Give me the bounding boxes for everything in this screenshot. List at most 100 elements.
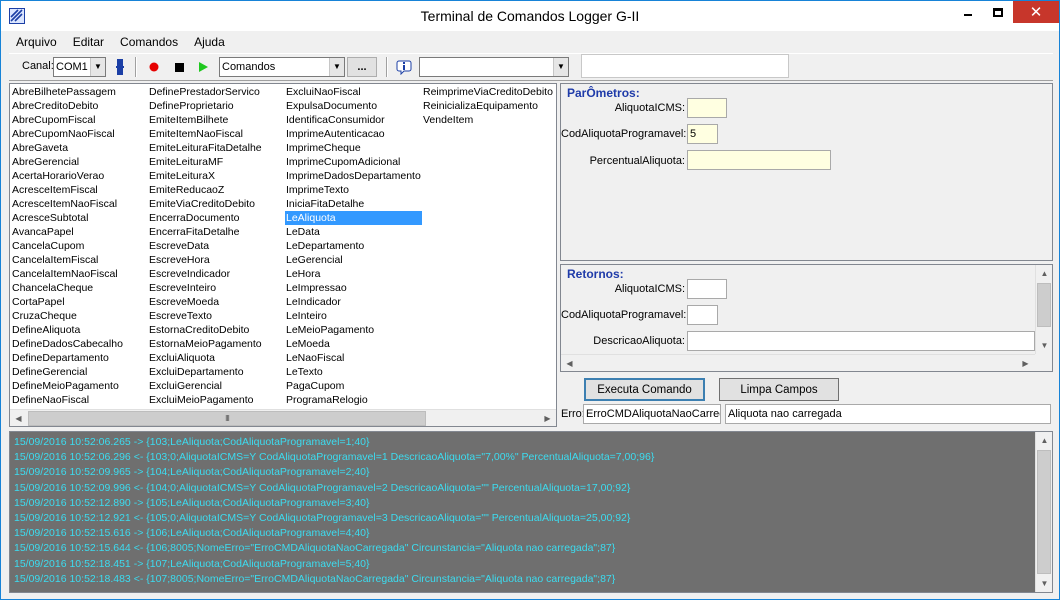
retorno-aliquota-icms-output[interactable] xyxy=(687,279,727,299)
command-item[interactable]: CancelaCupom xyxy=(11,239,123,253)
command-item[interactable]: EmiteItemBilhete xyxy=(148,113,262,127)
command-item[interactable]: EmiteViaCreditoDebito xyxy=(148,197,262,211)
command-item[interactable]: VendeItem xyxy=(422,113,553,127)
command-item[interactable]: LeIndicador xyxy=(285,295,422,309)
command-item[interactable]: AbreGaveta xyxy=(11,141,123,155)
command-item[interactable]: ImprimeTexto xyxy=(285,183,422,197)
command-item[interactable]: IdentificaConsumidor xyxy=(285,113,422,127)
command-item[interactable]: LeImpressao xyxy=(285,281,422,295)
command-item[interactable]: LeGerencial xyxy=(285,253,422,267)
scroll-right-icon[interactable]: ▶ xyxy=(539,410,556,427)
command-item[interactable]: EscreveData xyxy=(148,239,262,253)
command-item[interactable]: DefineDepartamento xyxy=(11,351,123,365)
param-aliquota-icms-input[interactable] xyxy=(687,98,727,118)
command-item[interactable]: EmiteReducaoZ xyxy=(148,183,262,197)
chevron-down-icon[interactable]: ▼ xyxy=(329,58,344,76)
param-percentual-input[interactable] xyxy=(687,150,831,170)
command-item[interactable]: AcresceSubtotal xyxy=(11,211,123,225)
command-item[interactable]: EstornaMeioPagamento xyxy=(148,337,262,351)
erro-message-field[interactable]: Aliquota nao carregada xyxy=(725,404,1051,424)
vertical-scrollbar[interactable]: ▲ ▼ xyxy=(1035,265,1052,354)
command-item[interactable]: LeMoeda xyxy=(285,337,422,351)
command-item[interactable]: DefinePrestadorServico xyxy=(148,85,262,99)
command-item[interactable]: CancelaItemFiscal xyxy=(11,253,123,267)
command-item[interactable]: AbreCupomNaoFiscal xyxy=(11,127,123,141)
scrollbar-thumb[interactable] xyxy=(1037,450,1051,574)
command-item[interactable]: LeNaoFiscal xyxy=(285,351,422,365)
command-item[interactable]: EmiteLeituraMF xyxy=(148,155,262,169)
command-item[interactable]: AbreCreditoDebito xyxy=(11,99,123,113)
command-item[interactable]: CancelaItemNaoFiscal xyxy=(11,267,123,281)
chevron-down-icon[interactable]: ▼ xyxy=(90,58,105,76)
scrollbar-thumb[interactable] xyxy=(1037,283,1051,327)
command-item[interactable]: AcresceItemFiscal xyxy=(11,183,123,197)
command-item[interactable]: EmiteLeituraX xyxy=(148,169,262,183)
command-item[interactable]: LeHora xyxy=(285,267,422,281)
limpa-campos-button[interactable]: Limpa Campos xyxy=(719,378,839,401)
command-item[interactable]: EstornaCreditoDebito xyxy=(148,323,262,337)
command-item[interactable]: CortaPapel xyxy=(11,295,123,309)
menu-arquivo[interactable]: Arquivo xyxy=(15,35,58,49)
command-item[interactable]: EscreveHora xyxy=(148,253,262,267)
command-item[interactable]: LeMeioPagamento xyxy=(285,323,422,337)
command-item[interactable]: LeTexto xyxy=(285,365,422,379)
play-button[interactable] xyxy=(193,58,213,76)
command-item[interactable]: EncerraDocumento xyxy=(148,211,262,225)
filter-select[interactable]: ▼ xyxy=(419,57,569,77)
horizontal-scrollbar[interactable]: ◀ III ▶ xyxy=(10,409,556,426)
command-item[interactable]: EscreveTexto xyxy=(148,309,262,323)
maximize-button[interactable] xyxy=(983,1,1013,23)
scroll-up-icon[interactable]: ▲ xyxy=(1036,265,1052,282)
more-options-button[interactable]: ... xyxy=(347,57,377,77)
horizontal-scrollbar[interactable]: ◀ ▶ xyxy=(561,354,1035,371)
command-item[interactable]: LeData xyxy=(285,225,422,239)
command-item[interactable]: EncerraFitaDetalhe xyxy=(148,225,262,239)
command-item[interactable]: ExcluiDepartamento xyxy=(148,365,262,379)
command-item[interactable]: ExpulsaDocumento xyxy=(285,99,422,113)
command-item[interactable]: AbreBilhetePassagem xyxy=(11,85,123,99)
command-item[interactable]: LeAliquota xyxy=(285,211,422,225)
scroll-down-icon[interactable]: ▼ xyxy=(1036,337,1052,354)
command-item[interactable]: ExcluiGerencial xyxy=(148,379,262,393)
command-item[interactable]: AcresceItemNaoFiscal xyxy=(11,197,123,211)
command-list[interactable]: AbreBilhetePassagem AbreCreditoDebito Abre… xyxy=(9,83,557,427)
command-item[interactable]: ReimprimeViaCreditoDebito xyxy=(422,85,553,99)
command-item[interactable]: ImprimeDadosDepartamento xyxy=(285,169,422,183)
command-item[interactable]: EmiteLeituraFitaDetalhe xyxy=(148,141,262,155)
erro-code-field[interactable]: ErroCMDAliquotaNaoCarreg xyxy=(583,404,721,424)
scroll-down-icon[interactable]: ▼ xyxy=(1036,575,1052,592)
command-item[interactable]: ImprimeAutenticacao xyxy=(285,127,422,141)
scroll-left-icon[interactable]: ◀ xyxy=(561,355,578,371)
command-item[interactable]: EscreveMoeda xyxy=(148,295,262,309)
scroll-right-icon[interactable]: ▶ xyxy=(1017,355,1034,371)
command-item[interactable]: LeDepartamento xyxy=(285,239,422,253)
command-item[interactable]: ImprimeCupomAdicional xyxy=(285,155,422,169)
command-item[interactable]: DefineMeioPagamento xyxy=(11,379,123,393)
retorno-descricao-output[interactable] xyxy=(687,331,1035,351)
menu-comandos[interactable]: Comandos xyxy=(119,35,179,49)
command-item[interactable]: ImprimeCheque xyxy=(285,141,422,155)
command-item[interactable]: EmiteItemNaoFiscal xyxy=(148,127,262,141)
command-item[interactable]: EscreveInteiro xyxy=(148,281,262,295)
command-item[interactable]: ProgramaRelogio xyxy=(285,393,422,407)
command-item[interactable]: DefineAliquota xyxy=(11,323,123,337)
scroll-left-icon[interactable]: ◀ xyxy=(10,410,27,427)
command-item[interactable]: DefineGerencial xyxy=(11,365,123,379)
command-item[interactable]: ChancelaCheque xyxy=(11,281,123,295)
comandos-select[interactable]: Comandos ▼ xyxy=(219,57,345,77)
command-item[interactable]: LeInteiro xyxy=(285,309,422,323)
command-item[interactable]: ExcluiMeioPagamento xyxy=(148,393,262,407)
command-item[interactable]: AcertaHorarioVerao xyxy=(11,169,123,183)
canal-select[interactable]: COM1 ▼ xyxy=(53,57,106,77)
command-item[interactable]: IniciaFitaDetalhe xyxy=(285,197,422,211)
menu-editar[interactable]: Editar xyxy=(72,35,105,49)
command-item[interactable]: ExcluiAliquota xyxy=(148,351,262,365)
command-item[interactable]: AbreGerencial xyxy=(11,155,123,169)
log-vertical-scrollbar[interactable]: ▲ ▼ xyxy=(1035,432,1052,592)
command-item[interactable]: AvancaPapel xyxy=(11,225,123,239)
scrollbar-thumb[interactable]: III xyxy=(28,411,426,426)
command-item[interactable]: DefineProprietario xyxy=(148,99,262,113)
command-item[interactable]: EscreveIndicador xyxy=(148,267,262,281)
scroll-up-icon[interactable]: ▲ xyxy=(1036,432,1052,449)
command-item[interactable]: ExcluiNaoFiscal xyxy=(285,85,422,99)
